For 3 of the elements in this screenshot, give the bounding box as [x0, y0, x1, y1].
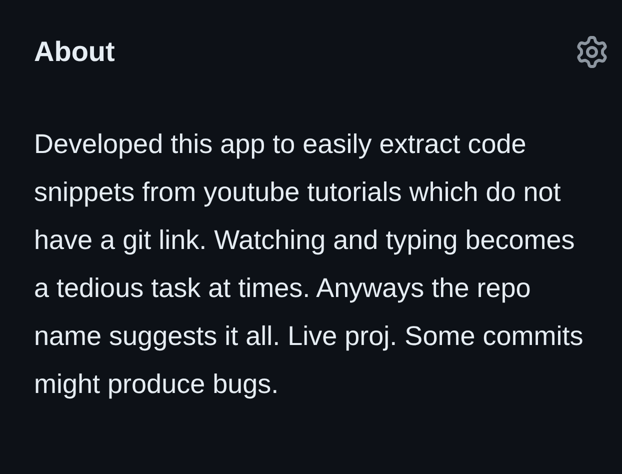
settings-icon[interactable] — [576, 36, 608, 68]
section-title: About — [34, 35, 115, 69]
about-description: Developed this app to easily extract code snippets from youtube tutorials which do not have a git link. Watching and typing becomes a tedious task at times. Anyways the repo name suggests it all. Live proj. Some commits might produce bugs. — [34, 128, 584, 401]
